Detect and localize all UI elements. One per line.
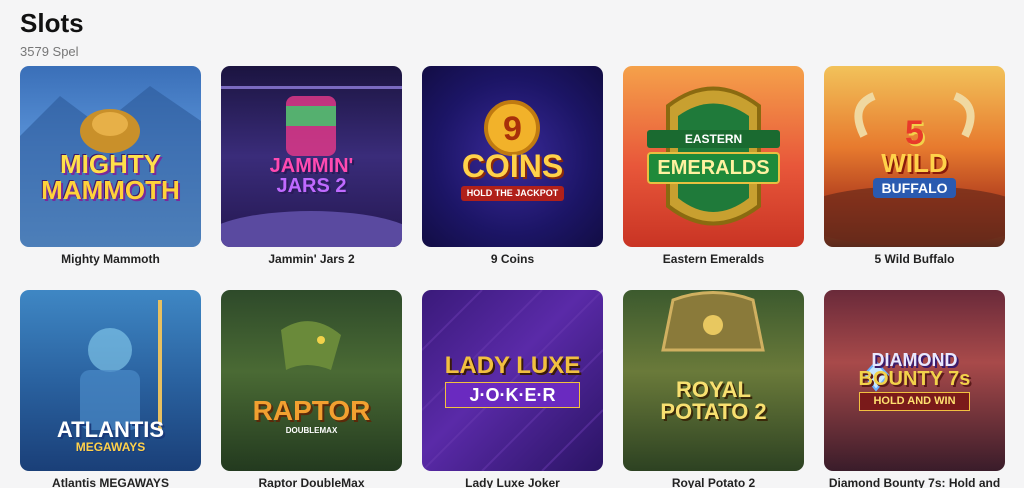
game-logo-line: EMERALDS [647,151,780,184]
game-logo-line: HOLD AND WIN [858,391,971,411]
game-card-royal-potato-2[interactable]: ROYAL POTATO 2 Royal Potato 2 [623,290,804,488]
game-logo-line: JAMMIN' [269,154,354,177]
game-thumbnail[interactable]: JAMMIN' JARS 2 [221,66,402,247]
game-card-9-coins[interactable]: 9 COINS HOLD THE JACKPOT 9 Coins [422,66,603,266]
game-count: 3579 Spel [20,44,79,59]
game-title[interactable]: Atlantis MEGAWAYS [20,476,201,488]
game-logo-line: RAPTOR [252,394,371,426]
game-card-atlantis-megaways[interactable]: ATLANTIS MEGAWAYS Atlantis MEGAWAYS [20,290,201,488]
game-logo-line: COINS [461,148,564,184]
game-card-eastern-emeralds[interactable]: EASTERN EMERALDS Eastern Emeralds [623,66,804,266]
game-title[interactable]: Diamond Bounty 7s: Hold and [824,476,1005,488]
game-thumbnail[interactable]: RAPTOR DOUBLEMAX [221,290,402,471]
game-title[interactable]: Eastern Emeralds [623,252,804,266]
game-card-5-wild-buffalo[interactable]: 5 WILD BUFFALO 5 Wild Buffalo [824,66,1005,266]
game-logo-line: DIAMOND [871,349,958,370]
page-header: Slots 3579 Spel [20,8,84,60]
game-logo-line: BOUNTY 7s [858,367,971,390]
game-logo-line: EASTERN [647,129,780,148]
game-title[interactable]: 9 Coins [422,252,603,266]
game-logo-line: BUFFALO [873,177,956,198]
game-title[interactable]: Royal Potato 2 [623,476,804,488]
game-logo-line: MEGAWAYS [75,439,146,454]
game-logo-line: 5 [905,113,924,152]
game-logo-line: LADY LUXE [444,351,581,379]
page-title: Slots [20,8,84,38]
game-logo-line: POTATO 2 [660,398,767,424]
game-card-diamond-bounty-7s[interactable]: DIAMOND BOUNTY 7s HOLD AND WIN Diamond B… [824,290,1005,488]
game-title[interactable]: Lady Luxe Joker [422,476,603,488]
game-thumbnail[interactable]: 9 COINS HOLD THE JACKPOT [422,66,603,247]
game-thumbnail[interactable]: ROYAL POTATO 2 [623,290,804,471]
games-grid: MIGHTY MAMMOTH Mighty Mammoth JAMMIN' JA… [20,66,1005,488]
game-thumbnail[interactable]: EASTERN EMERALDS [623,66,804,247]
game-logo-line: JARS 2 [276,174,347,197]
game-card-lady-luxe-joker[interactable]: LADY LUXE J·O·K·E·R Lady Luxe Joker [422,290,603,488]
game-logo-line: 9 [503,110,522,148]
game-card-jammin-jars-2[interactable]: JAMMIN' JARS 2 Jammin' Jars 2 [221,66,402,266]
game-thumbnail[interactable]: ATLANTIS MEGAWAYS [20,290,201,471]
game-thumbnail[interactable]: DIAMOND BOUNTY 7s HOLD AND WIN [824,290,1005,471]
game-card-mighty-mammoth[interactable]: MIGHTY MAMMOTH Mighty Mammoth [20,66,201,266]
game-thumbnail[interactable]: LADY LUXE J·O·K·E·R [422,290,603,471]
game-logo-line: J·O·K·E·R [444,381,581,408]
game-title[interactable]: Jammin' Jars 2 [221,252,402,266]
jungle-background [281,321,341,370]
game-thumbnail[interactable]: MIGHTY MAMMOTH [20,66,201,247]
game-logo-line: ROYAL [676,376,751,402]
game-logo-line: MIGHTY [59,148,162,179]
game-title[interactable]: 5 Wild Buffalo [824,252,1005,266]
game-thumbnail[interactable]: 5 WILD BUFFALO [824,66,1005,247]
game-logo-line: DOUBLEMAX [285,425,338,435]
game-title[interactable]: Raptor DoubleMax [221,476,402,488]
game-logo-line: HOLD THE JACKPOT [460,186,565,201]
game-logo-line: WILD [881,147,948,178]
game-title[interactable]: Mighty Mammoth [20,252,201,266]
game-card-raptor-doublemax[interactable]: RAPTOR DOUBLEMAX Raptor DoubleMax [221,290,402,488]
game-logo-line: ATLANTIS [56,416,165,442]
game-logo-line: MAMMOTH [41,174,180,205]
